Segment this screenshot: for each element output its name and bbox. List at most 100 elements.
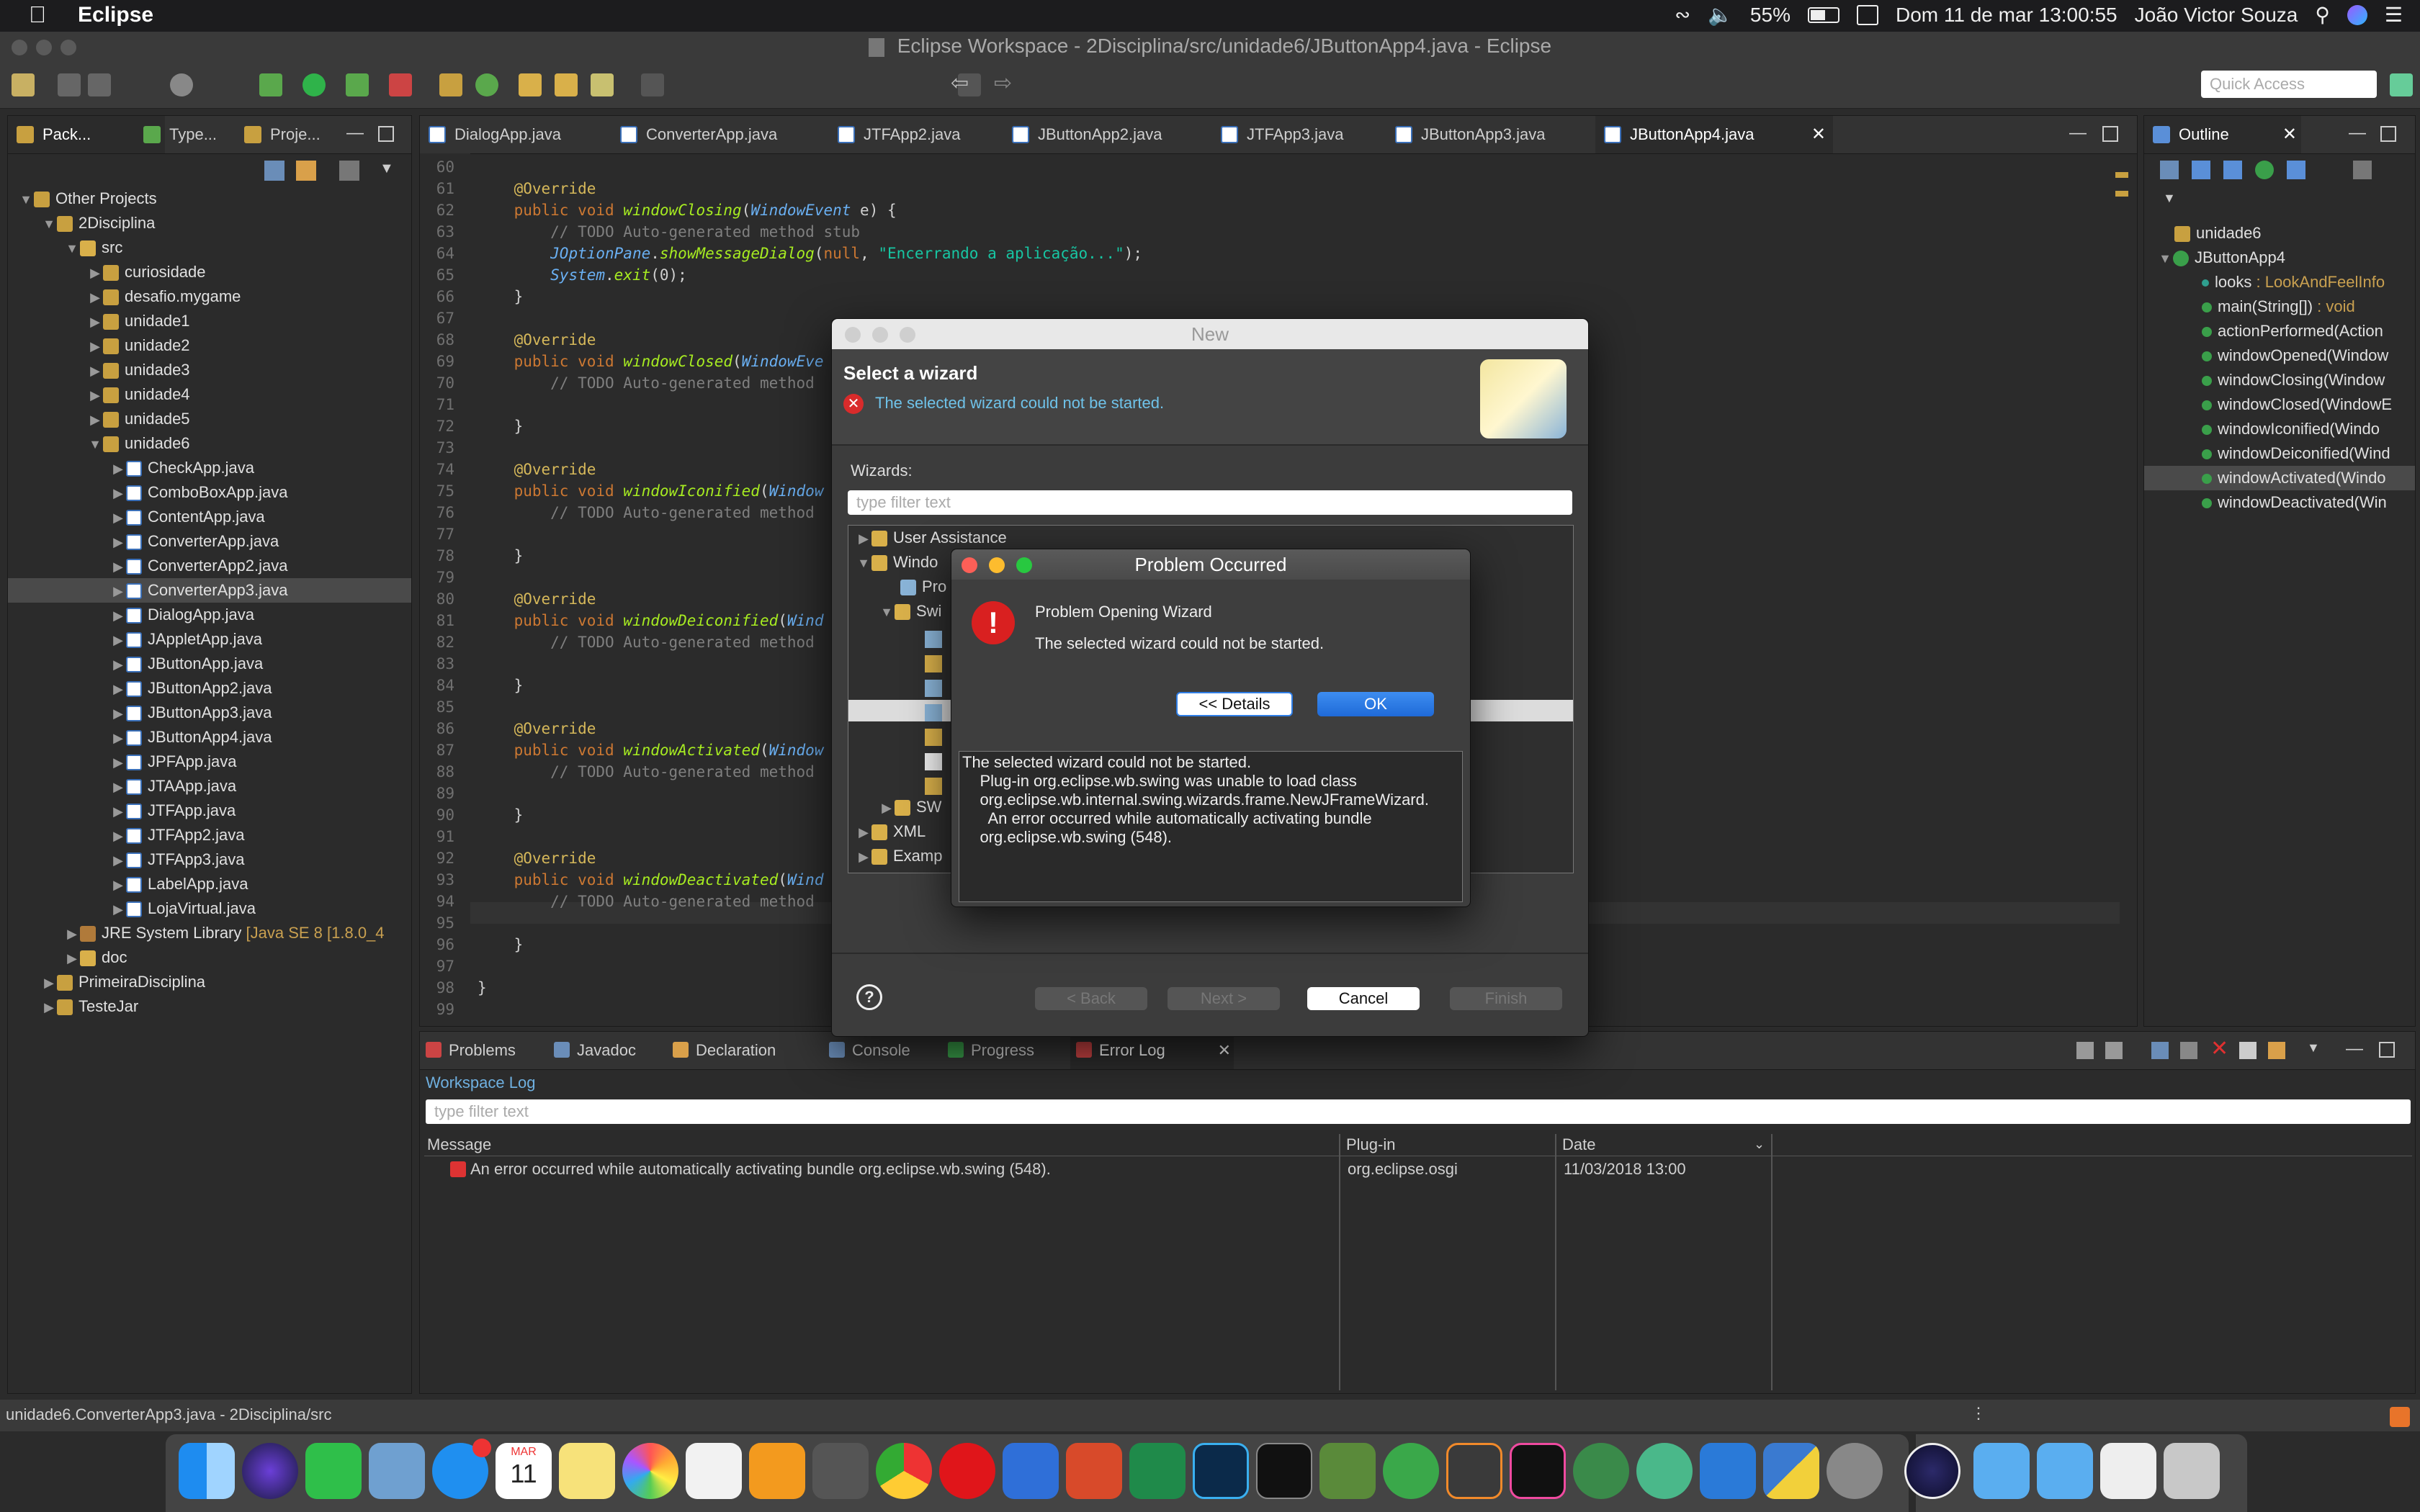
- editor-tab[interactable]: ConverterApp.java: [611, 116, 858, 153]
- wizard-item[interactable]: ▶ User Assistance: [856, 526, 1007, 550]
- open-perspective-icon[interactable]: [2390, 73, 2413, 96]
- outline-method[interactable]: windowOpened(Window: [2144, 343, 2415, 368]
- open-type-icon[interactable]: [519, 73, 542, 96]
- sort-icon[interactable]: [2160, 161, 2179, 179]
- chrome-icon[interactable]: [876, 1443, 932, 1499]
- tree-file[interactable]: ▶ JTAApp.java: [8, 774, 411, 798]
- chevron-right-icon[interactable]: ▶: [110, 628, 126, 652]
- annotation-next-icon[interactable]: [641, 73, 664, 96]
- tree-file[interactable]: ▶ JTFApp3.java: [8, 847, 411, 872]
- facetime-icon[interactable]: [305, 1443, 362, 1499]
- chevron-right-icon[interactable]: ▶: [110, 701, 126, 726]
- next-button[interactable]: Next >: [1168, 987, 1280, 1010]
- overview-ruler-mark[interactable]: [2115, 191, 2128, 197]
- sort-desc-icon[interactable]: ⌄: [1754, 1137, 1765, 1152]
- tree-jre[interactable]: ▶ JRE System Library [Java SE 8 [1.8.0_4: [8, 921, 411, 945]
- chevron-right-icon[interactable]: ▶: [87, 383, 103, 408]
- spotlight-search-icon[interactable]: ⚲: [2315, 3, 2330, 27]
- excel-icon[interactable]: [1129, 1443, 1186, 1499]
- tree-file[interactable]: ▶ ContentApp.java: [8, 505, 411, 529]
- chevron-right-icon[interactable]: ▶: [110, 579, 126, 603]
- menubar-user[interactable]: João Victor Souza: [2135, 4, 2298, 27]
- hide-fields-icon[interactable]: [2192, 161, 2210, 179]
- finder-icon[interactable]: [179, 1443, 235, 1499]
- tree-file[interactable]: ▶ ComboBoxApp.java: [8, 480, 411, 505]
- chevron-right-icon[interactable]: ▶: [110, 456, 126, 481]
- chevron-right-icon[interactable]: ▶: [87, 285, 103, 310]
- eclipse-dock-icon[interactable]: [1904, 1443, 1960, 1499]
- bottom-tab[interactable]: Declaration: [667, 1032, 849, 1069]
- xcode-icon[interactable]: [1700, 1443, 1756, 1499]
- tree-package[interactable]: ▶ curiosidade: [8, 260, 411, 284]
- chevron-right-icon[interactable]: ▶: [87, 310, 103, 334]
- col-message[interactable]: Message: [427, 1135, 491, 1154]
- wifi-icon[interactable]: ∾: [1675, 4, 1690, 26]
- tree-file[interactable]: ▶ JButtonApp2.java: [8, 676, 411, 701]
- calendar-icon[interactable]: [1856, 4, 1878, 25]
- hide-static-icon[interactable]: [2223, 161, 2242, 179]
- focus-task-icon[interactable]: [339, 161, 359, 181]
- chevron-down-icon[interactable]: ▼: [87, 432, 103, 456]
- maximize-icon[interactable]: [2379, 1042, 2395, 1058]
- chevron-down-icon[interactable]: ▼: [879, 600, 895, 624]
- chevron-right-icon[interactable]: ▶: [110, 726, 126, 750]
- external-tools-icon[interactable]: [389, 73, 412, 96]
- details-button[interactable]: << Details: [1176, 692, 1293, 716]
- chevron-right-icon[interactable]: ▶: [87, 261, 103, 285]
- quick-access-input[interactable]: [2201, 71, 2377, 98]
- music-icon[interactable]: [686, 1443, 742, 1499]
- wizard-item-icon[interactable]: [925, 753, 942, 770]
- tree-file[interactable]: ▶ JTFApp2.java: [8, 823, 411, 847]
- outline-field[interactable]: looks : LookAndFeelInfo: [2144, 270, 2415, 294]
- siri-icon[interactable]: [2347, 4, 2367, 25]
- chevron-right-icon[interactable]: ▶: [87, 408, 103, 432]
- hide-nonpublic-icon[interactable]: [2255, 161, 2274, 179]
- battery-icon[interactable]: [1807, 6, 1839, 23]
- editor-tab[interactable]: JButtonApp2.java: [1003, 116, 1241, 153]
- status-menu-icon[interactable]: ⋮: [1971, 1404, 1986, 1423]
- chevron-right-icon[interactable]: ▶: [856, 845, 871, 869]
- new-class-icon[interactable]: [475, 73, 498, 96]
- finish-button[interactable]: Finish: [1450, 987, 1562, 1010]
- details-textarea[interactable]: The selected wizard could not be started…: [959, 751, 1463, 902]
- maximize-icon[interactable]: [2102, 126, 2118, 142]
- wizard-item-icon[interactable]: [925, 655, 942, 672]
- chevron-right-icon[interactable]: ▶: [879, 796, 895, 820]
- filter-icon[interactable]: [2151, 1042, 2169, 1059]
- tree-package[interactable]: ▶ unidade1: [8, 309, 411, 333]
- outline-package[interactable]: unidade6: [2144, 221, 2415, 246]
- chevron-right-icon[interactable]: ▶: [110, 775, 126, 799]
- wizard-item[interactable]: ▶ XML: [856, 819, 926, 844]
- tree-file[interactable]: ▶ LabelApp.java: [8, 872, 411, 896]
- tab-outline[interactable]: Outline ✕: [2144, 116, 2301, 153]
- wizard-item[interactable]: ▼ Windo: [856, 550, 938, 575]
- run-last-icon[interactable]: [346, 73, 369, 96]
- chevron-right-icon[interactable]: ▶: [110, 530, 126, 554]
- forward-arrow-icon[interactable]: ⇨: [994, 71, 1012, 96]
- chevron-down-icon[interactable]: ▼: [64, 236, 80, 261]
- outline-class[interactable]: ▼ JButtonApp4: [2144, 246, 2415, 270]
- tree-file[interactable]: ▶ JButtonApp3.java: [8, 701, 411, 725]
- col-plugin[interactable]: Plug-in: [1346, 1135, 1395, 1154]
- wizard-item-icon[interactable]: [925, 778, 942, 795]
- view-menu-icon[interactable]: ▼: [380, 161, 394, 177]
- wizard-item[interactable]: Pro: [900, 575, 946, 599]
- chevron-right-icon[interactable]: ▶: [110, 873, 126, 897]
- editor-tab[interactable]: JTFApp3.java: [1212, 116, 1415, 153]
- chevron-down-icon[interactable]: ▼: [18, 187, 34, 212]
- python-icon[interactable]: [1763, 1443, 1819, 1499]
- minimize-icon[interactable]: —: [2349, 123, 2366, 143]
- wizard-item-icon[interactable]: [925, 631, 942, 648]
- tree-package[interactable]: ▶ desafio.mygame: [8, 284, 411, 309]
- siri-dock-icon[interactable]: [242, 1443, 298, 1499]
- chevron-right-icon[interactable]: ▶: [110, 824, 126, 848]
- chevron-down-icon[interactable]: ▼: [2157, 246, 2173, 271]
- open-task-icon[interactable]: [555, 73, 578, 96]
- outline-method[interactable]: windowDeactivated(Win: [2144, 490, 2415, 515]
- chevron-down-icon[interactable]: ▼: [856, 551, 871, 575]
- outline-method[interactable]: windowClosed(WindowE: [2144, 392, 2415, 417]
- col-date[interactable]: Date: [1562, 1135, 1595, 1154]
- powerpoint-icon[interactable]: [1066, 1443, 1122, 1499]
- chevron-right-icon[interactable]: ▶: [110, 848, 126, 873]
- chevron-right-icon[interactable]: ▶: [41, 971, 57, 995]
